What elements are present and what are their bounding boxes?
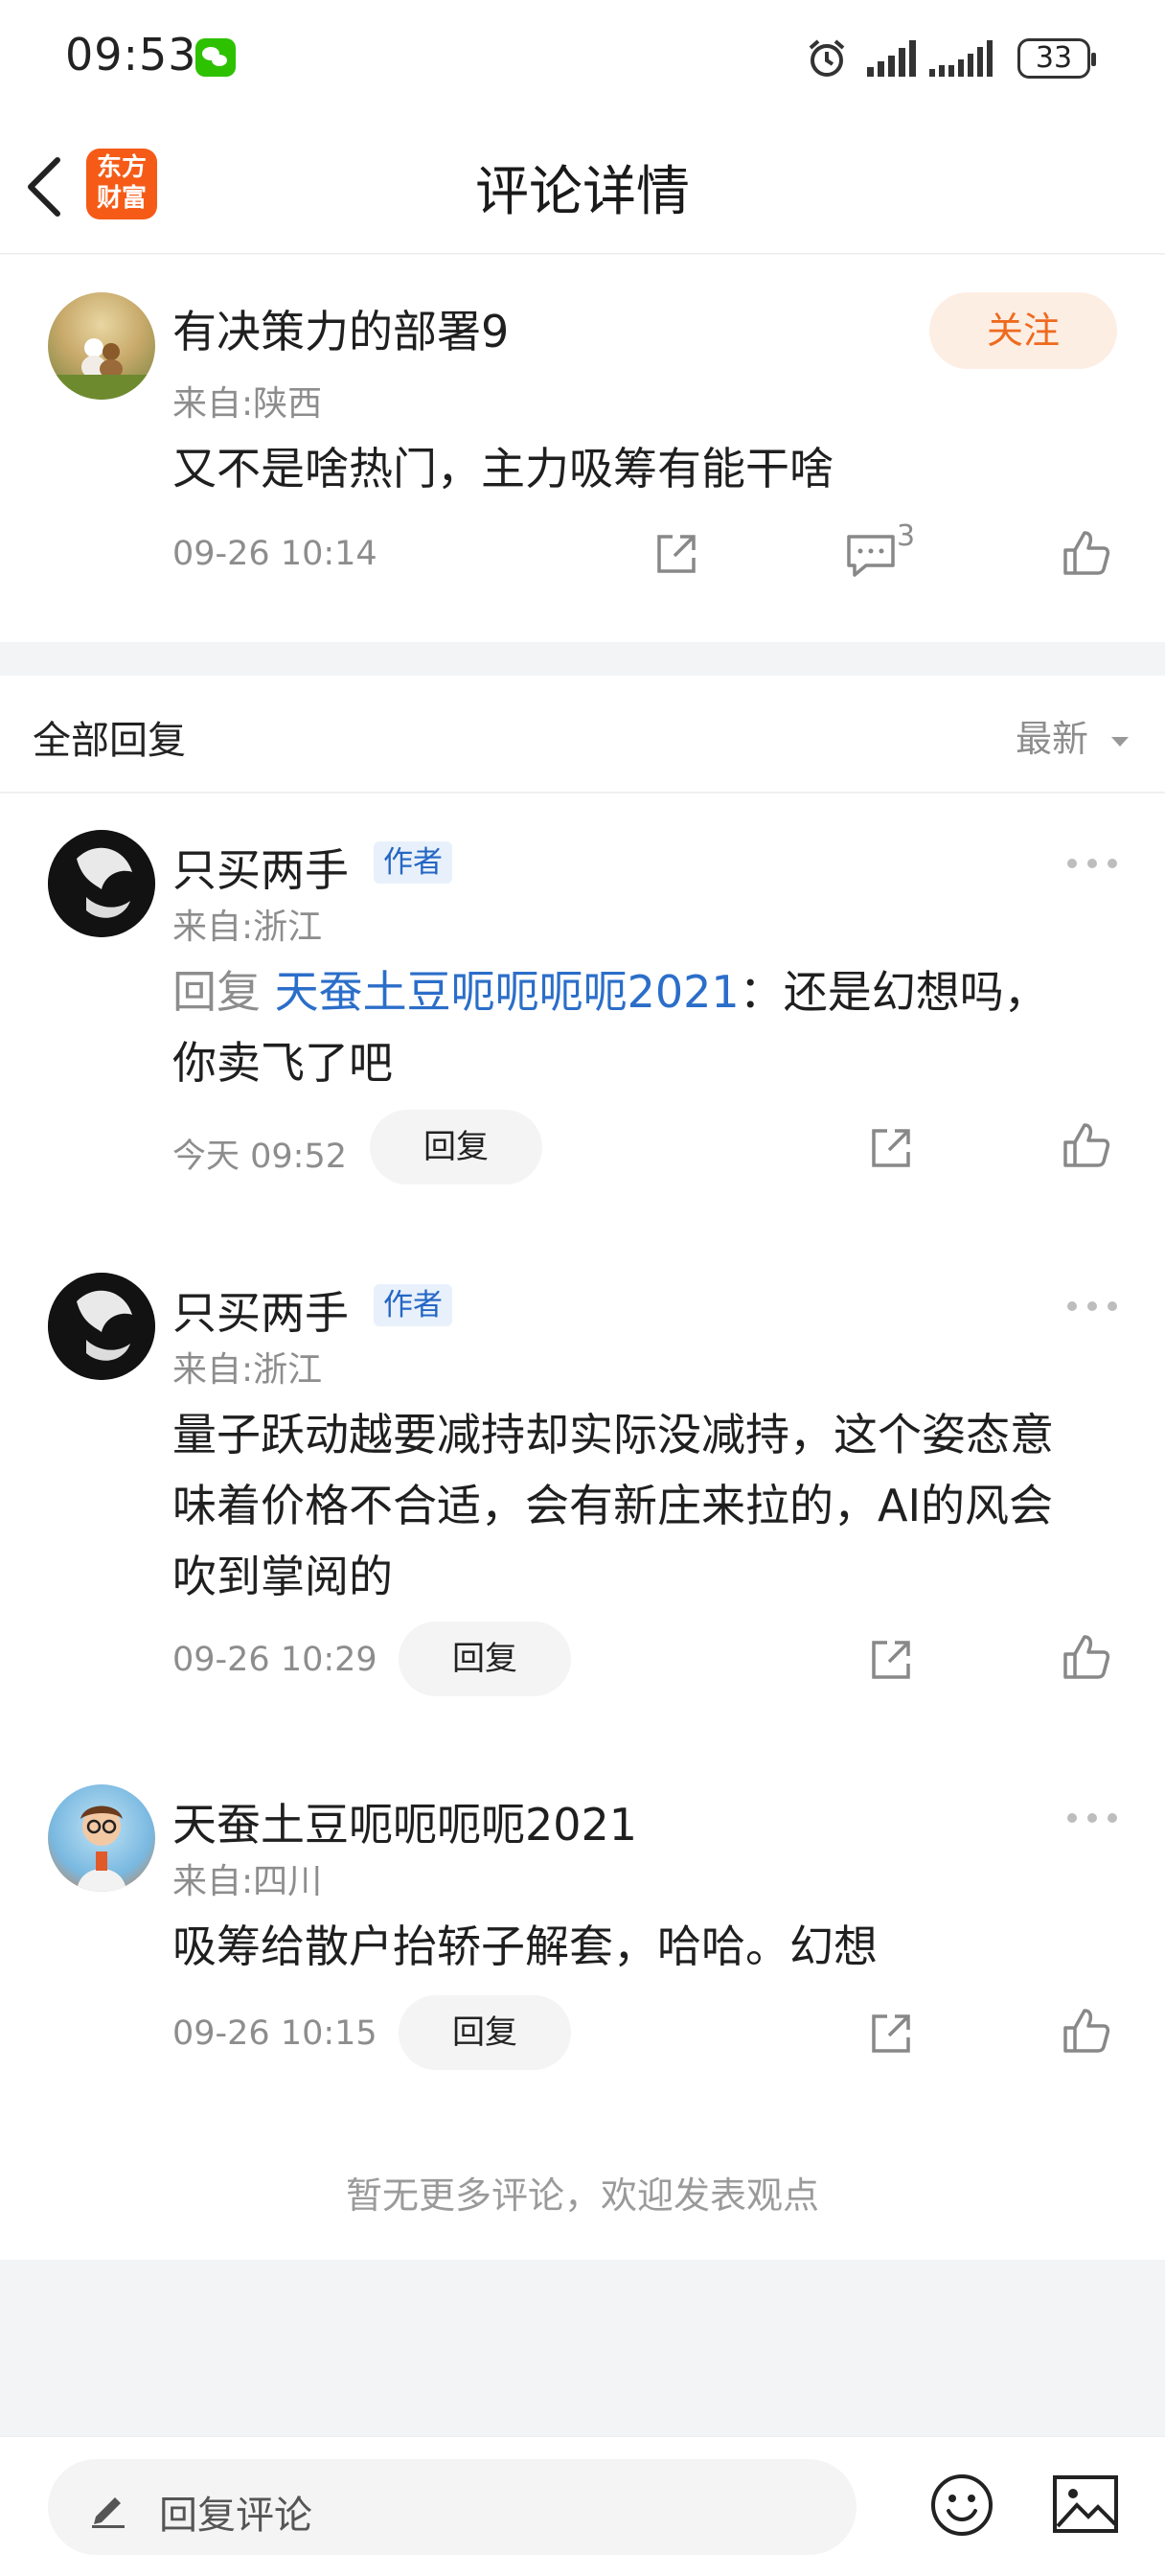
reply-location: 来自:浙江 [172,1350,323,1390]
more-options-icon[interactable] [1067,1807,1121,1827]
avatar[interactable] [48,1784,155,1892]
page-title: 评论详情 [475,161,690,223]
sort-dropdown[interactable]: 最新 [1016,709,1131,762]
share-icon[interactable] [651,529,701,579]
more-options-icon[interactable] [1067,1296,1121,1315]
share-icon[interactable] [866,2009,916,2058]
comment-count: 3 [897,519,916,553]
pencil-icon [92,2497,125,2528]
avatar[interactable] [48,830,155,937]
reply-comment-input[interactable]: 回复评论 [48,2459,857,2555]
reply-location: 来自:浙江 [172,908,323,947]
reply-timestamp: 09-26 10:29 [172,1641,377,1679]
signal-icon-secondary [929,40,993,77]
reply-button[interactable]: 回复 [370,1110,542,1184]
signal-icon [867,40,916,77]
share-icon[interactable] [866,1635,916,1685]
reply-username[interactable]: 只买两手 [172,1278,349,1342]
post-timestamp: 09-26 10:14 [172,535,377,573]
app-header: 东方 财富 评论详情 [0,120,1165,254]
avatar[interactable] [48,292,155,400]
chevron-down-icon [1111,736,1130,747]
no-more-comments-note: 暂无更多评论，欢迎发表观点 [345,2174,819,2217]
image-icon[interactable] [1052,2474,1119,2534]
author-badge: 作者 [374,841,452,884]
follow-button[interactable]: 关注 [929,292,1117,369]
like-icon[interactable] [1062,1121,1111,1169]
status-bar: 09:53 33 [0,0,1165,120]
sort-label: 最新 [1016,718,1089,760]
like-icon[interactable] [1062,1633,1111,1681]
reply-button[interactable]: 回复 [399,1622,571,1696]
status-time: 09:53 [65,29,197,80]
reply-username[interactable]: 只买两手 [172,836,349,899]
wechat-icon [195,38,236,77]
post-location: 来自:陕西 [172,384,323,424]
alarm-icon [809,39,845,77]
avatar[interactable] [48,1273,155,1380]
emoji-icon[interactable] [929,2472,994,2538]
reply-to-user-link[interactable]: 天蚕土豆呃呃呃呃2021 [275,966,740,1018]
reply-timestamp: 09-26 10:15 [172,2014,377,2053]
reply-prefix: 回复 [172,966,261,1018]
share-icon[interactable] [866,1123,916,1173]
replies-title: 全部回复 [33,719,186,763]
battery-indicator: 33 [1017,38,1096,79]
reply-timestamp: 今天 09:52 [172,1138,347,1176]
reply-content: 回复 天蚕土豆呃呃呃呃2021：还是幻想吗， 你卖飞了吧 [172,966,1048,1089]
comment-icon[interactable] [845,533,897,579]
divider [0,792,1165,794]
reply-input-placeholder: 回复评论 [159,2494,312,2538]
post-content: 又不是啥热门，主力吸筹有能干啥 [172,443,834,494]
more-options-icon[interactable] [1067,853,1121,872]
reply-button[interactable]: 回复 [399,1995,571,2070]
reply-content: 量子跃动越要减持却实际没减持，这个姿态意 味着价格不合适，会有新庄来拉的，AI的… [172,1409,1054,1602]
reply-username[interactable]: 天蚕土豆呃呃呃呃2021 [172,1790,637,1853]
author-badge: 作者 [374,1284,452,1326]
like-icon[interactable] [1062,529,1111,577]
reply-location: 来自:四川 [172,1862,323,1901]
post-username[interactable]: 有决策力的部署9 [172,297,509,360]
reply-content: 吸筹给散户抬轿子解套，哈哈。幻想 [172,1920,878,1972]
like-icon[interactable] [1062,2007,1111,2055]
